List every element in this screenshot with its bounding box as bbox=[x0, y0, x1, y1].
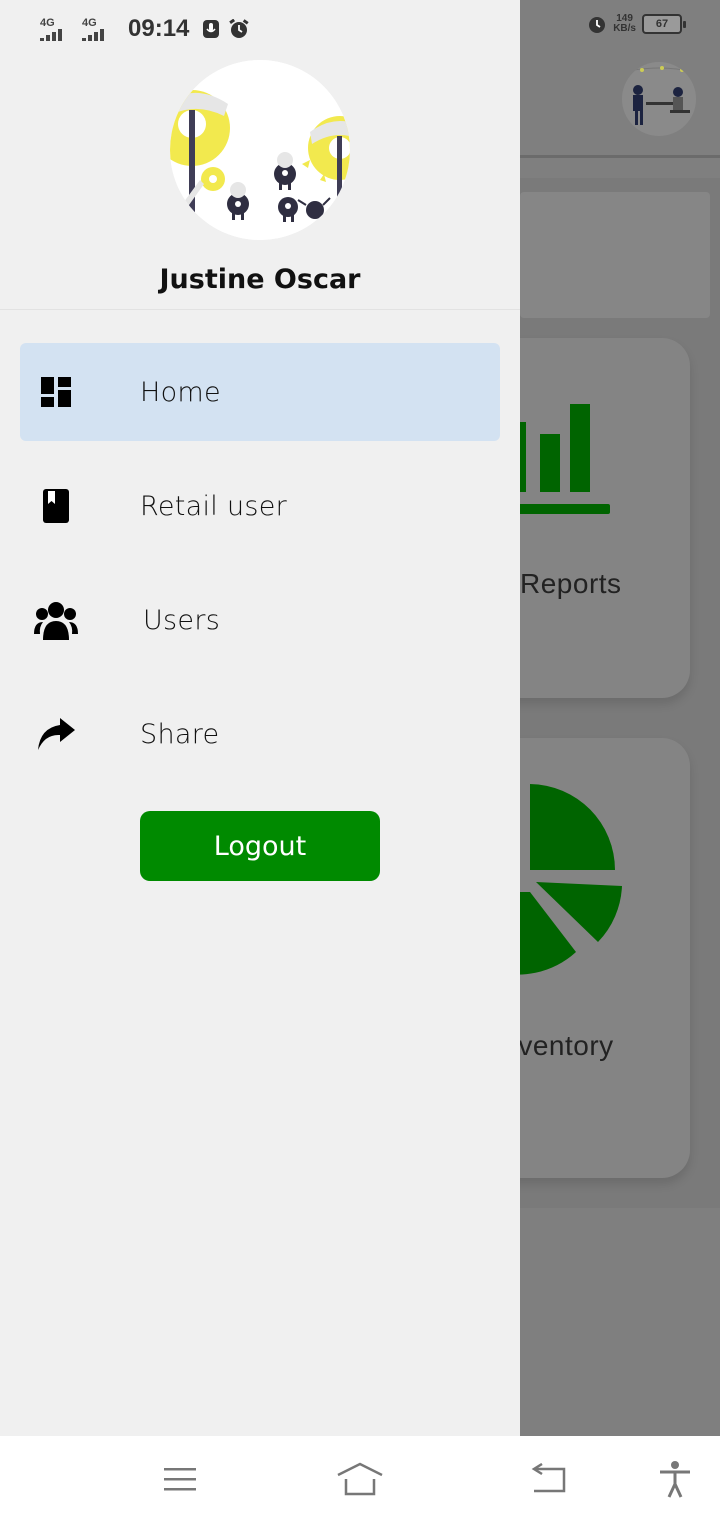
header-avatar[interactable] bbox=[622, 62, 696, 136]
menu-icon[interactable] bbox=[155, 1454, 205, 1504]
menu-item-users[interactable]: Users bbox=[20, 571, 500, 669]
menu-item-retail-user[interactable]: Retail user bbox=[20, 457, 500, 555]
network-speed: 149 KB/s bbox=[613, 13, 636, 34]
microphone-icon bbox=[201, 19, 221, 39]
system-navigation-bar bbox=[0, 1436, 720, 1520]
user-name: Justine Oscar bbox=[159, 264, 361, 295]
dashboard-icon bbox=[34, 370, 78, 414]
menu-item-home[interactable]: Home bbox=[20, 343, 500, 441]
menu-item-label: Home bbox=[140, 376, 221, 408]
battery-icon: 67 bbox=[642, 14, 686, 34]
bar-chart-icon bbox=[510, 404, 610, 514]
signal-bars-icon bbox=[40, 28, 62, 41]
dashboard-banner bbox=[520, 192, 710, 318]
users-icon bbox=[34, 598, 78, 642]
profile-avatar[interactable] bbox=[170, 60, 350, 240]
home-icon[interactable] bbox=[335, 1454, 385, 1504]
book-icon bbox=[34, 484, 78, 528]
menu-item-label: Users bbox=[143, 604, 221, 636]
status-time: 09:14 bbox=[128, 15, 190, 42]
alarm-icon bbox=[587, 14, 607, 34]
logout-button[interactable]: Logout bbox=[140, 811, 380, 881]
alarm-icon bbox=[229, 19, 249, 39]
status-bar-right: 149 KB/s 67 bbox=[587, 13, 686, 34]
header-divider bbox=[520, 155, 720, 158]
share-icon bbox=[34, 712, 78, 756]
accessibility-icon[interactable] bbox=[650, 1454, 700, 1504]
signal-bars-icon bbox=[82, 28, 104, 41]
back-icon[interactable] bbox=[523, 1454, 573, 1504]
menu-item-label: Share bbox=[140, 718, 220, 750]
signal-1: 4G bbox=[40, 17, 74, 41]
reports-card-label: Reports bbox=[520, 568, 622, 599]
menu-item-share[interactable]: Share bbox=[20, 685, 500, 783]
navigation-drawer: Justine Oscar Home Retail user Users Sha… bbox=[0, 0, 520, 1436]
signal-2: 4G bbox=[82, 17, 116, 41]
status-bar-left: 4G 4G 09:14 bbox=[40, 10, 249, 48]
menu-item-label: Retail user bbox=[140, 490, 288, 522]
